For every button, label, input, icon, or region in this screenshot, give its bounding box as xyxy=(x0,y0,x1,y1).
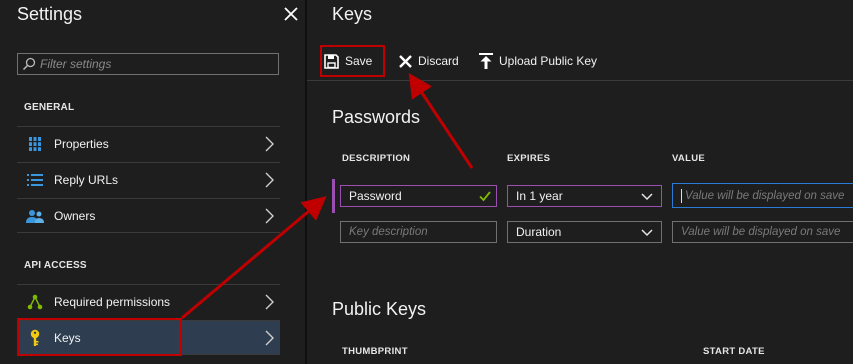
nav-label: Owners xyxy=(54,208,96,223)
discard-label: Discard xyxy=(418,54,459,68)
expires-value: In 1 year xyxy=(516,189,563,203)
nav-item-properties[interactable]: Properties xyxy=(17,126,280,161)
nav-label: Properties xyxy=(54,137,109,151)
duration-dropdown[interactable]: Duration xyxy=(507,221,662,243)
nav-label: Required permissions xyxy=(54,295,171,309)
check-icon xyxy=(478,189,492,206)
chevron-down-icon xyxy=(641,191,653,205)
close-icon xyxy=(399,54,412,68)
nav-item-reply-urls[interactable]: Reply URLs xyxy=(17,162,280,197)
nav-item-owners[interactable]: Owners xyxy=(17,198,280,233)
key-description-placeholder: Key description xyxy=(349,226,428,238)
col-header-value: VALUE xyxy=(672,153,705,164)
row-selected-indicator xyxy=(332,179,335,213)
col-header-start-date: START DATE xyxy=(703,346,765,357)
value-field-2[interactable]: Value will be displayed on save xyxy=(672,221,853,243)
value-placeholder: Value will be displayed on save xyxy=(685,189,845,202)
chevron-right-icon xyxy=(264,172,274,188)
search-icon xyxy=(22,57,36,76)
keys-panel: Keys Save Discard Upload Public Key Pass… xyxy=(307,0,853,364)
keys-title: Keys xyxy=(332,4,373,24)
upload-icon xyxy=(479,53,493,69)
passwords-title: Passwords xyxy=(332,107,421,127)
description-field[interactable]: Password xyxy=(340,185,497,207)
value-placeholder-2: Value will be displayed on save xyxy=(681,226,841,238)
annotation-box-save xyxy=(320,45,385,77)
close-icon[interactable] xyxy=(282,2,300,26)
list-icon xyxy=(26,171,44,189)
section-header-api-access: API ACCESS xyxy=(24,260,87,271)
permissions-icon xyxy=(26,293,44,311)
description-value: Password xyxy=(349,189,402,203)
public-keys-title: Public Keys xyxy=(332,299,427,319)
text-caret xyxy=(681,188,682,203)
value-field[interactable]: Value will be displayed on save xyxy=(672,183,853,208)
settings-title: Settings xyxy=(17,4,83,24)
col-header-expires: EXPIRES xyxy=(507,153,551,164)
settings-panel: Settings GENERAL Properties Reply URLs O… xyxy=(0,0,305,364)
col-header-thumbprint: THUMBPRINT xyxy=(342,346,408,357)
owners-icon xyxy=(26,207,44,225)
upload-label: Upload Public Key xyxy=(499,54,598,68)
search-input[interactable] xyxy=(40,54,270,74)
section-header-general: GENERAL xyxy=(24,102,75,113)
upload-public-key-button[interactable]: Upload Public Key xyxy=(479,48,597,74)
chevron-down-icon xyxy=(641,227,653,241)
duration-value: Duration xyxy=(516,225,562,239)
key-description-field[interactable]: Key description xyxy=(340,221,497,243)
properties-icon xyxy=(26,135,44,153)
filter-settings-search[interactable] xyxy=(17,53,279,75)
nav-item-required-permissions[interactable]: Required permissions xyxy=(17,284,280,319)
chevron-right-icon xyxy=(264,208,274,224)
chevron-right-icon xyxy=(264,136,274,152)
expires-dropdown[interactable]: In 1 year xyxy=(507,185,662,207)
annotation-box-keys xyxy=(17,318,182,356)
toolbar: Save Discard Upload Public Key xyxy=(307,42,853,81)
col-header-description: DESCRIPTION xyxy=(342,153,411,164)
chevron-right-icon xyxy=(264,330,274,346)
nav-label: Reply URLs xyxy=(54,173,119,187)
chevron-right-icon xyxy=(264,294,274,310)
discard-button[interactable]: Discard xyxy=(399,48,459,74)
